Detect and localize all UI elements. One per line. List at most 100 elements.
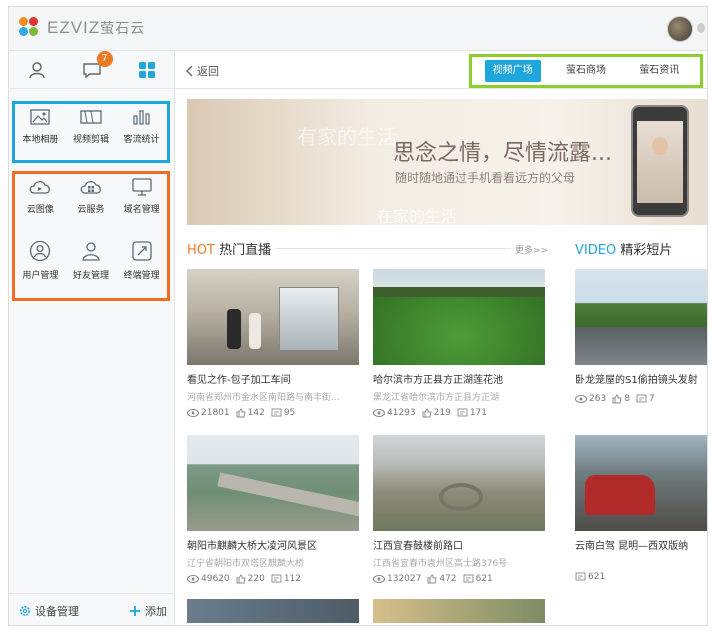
nav-tabs-highlight: 视频广场 萤石商场 萤石资讯: [469, 54, 703, 88]
comment-icon: [575, 572, 586, 581]
tab-apps[interactable]: [132, 57, 162, 83]
sidebar: 7 本地相册 视频剪辑 客流统计 云图像 云服务 域名管理 用户管理 好友管理 …: [9, 50, 175, 625]
comments-stat[interactable]: 7: [636, 394, 655, 404]
comments-stat[interactable]: 621: [463, 574, 493, 584]
gear-icon: [20, 605, 30, 616]
banner-title: 思念之情，尽情流露...: [393, 141, 612, 166]
plus-icon: [130, 605, 140, 616]
video-title[interactable]: 卧龙笼屋的S1偷拍镜头发射: [575, 371, 707, 386]
video-card[interactable]: 看见之作-包子加工车间 河南省郑州市金水区南阳路与南丰街... 21801 14…: [187, 269, 359, 418]
video-thumbnail[interactable]: [373, 435, 545, 531]
tab-store[interactable]: 萤石商场: [558, 60, 614, 82]
cloud-image-button[interactable]: 云图像: [15, 174, 66, 236]
comments-stat[interactable]: 171: [457, 408, 487, 418]
views-stat: 49620: [187, 574, 230, 584]
views-stat: 132027: [373, 574, 421, 584]
sidebar-tabs: 7: [9, 50, 174, 89]
bar-chart-icon: [133, 110, 150, 125]
device-manage-button[interactable]: 设备管理: [19, 603, 79, 619]
video-stats: 41293 219 171: [373, 408, 545, 418]
terminal-manage-button[interactable]: 终端管理: [116, 236, 167, 298]
friends-icon: [82, 242, 100, 261]
promo-banner[interactable]: 有家的生活 思念之情，尽情流露... 随时随地通过手机看看远方的父母 在家的生活: [187, 99, 707, 225]
add-device-label: 添加: [145, 604, 167, 618]
tab-messages[interactable]: 7: [77, 50, 113, 83]
traffic-stats-button[interactable]: 客流统计: [116, 104, 167, 160]
comments-count: 112: [283, 574, 302, 584]
video-card[interactable]: 哈尔滨市方正县方正湖莲花池 黑龙江省哈尔滨市方正县方正湖 41293 219 1…: [373, 269, 545, 418]
album-button[interactable]: 本地相册: [15, 104, 66, 160]
comments-stat[interactable]: 621: [575, 572, 605, 582]
video-card[interactable]: 云南白驾 昆明—西双版纳 621: [575, 435, 707, 582]
video-thumbnail[interactable]: [373, 599, 545, 623]
video-title[interactable]: 江西宜春鼓楼前路口: [373, 537, 545, 552]
back-button[interactable]: 返回: [185, 63, 219, 79]
video-thumbnail[interactable]: [187, 269, 359, 365]
video-card[interactable]: 江西宜春鼓楼前路口 江西省宜春市袁州区高士路376号 132027 472 62…: [373, 435, 545, 584]
cloud-service-label: 云服务: [77, 205, 105, 215]
grid-icon: [138, 61, 155, 78]
domain-manage-button[interactable]: 域名管理: [116, 174, 167, 236]
monitor-icon: [131, 178, 152, 196]
cloud-service-button[interactable]: 云服务: [66, 174, 117, 236]
thumbs-up-icon: [236, 574, 246, 584]
comments-stat[interactable]: 112: [271, 574, 301, 584]
title-bar: EZVIZ萤石云: [9, 7, 707, 51]
logo-text: EZVIZ萤石云: [47, 18, 145, 38]
app-logo: EZVIZ萤石云: [19, 17, 145, 39]
terminal-manage-label: 终端管理: [123, 271, 160, 281]
video-thumbnail[interactable]: [575, 435, 707, 531]
views-stat: 263: [575, 394, 606, 404]
likes-stat[interactable]: 220: [236, 574, 265, 584]
tab-contacts[interactable]: [22, 57, 52, 83]
logo-brand: EZVIZ: [47, 18, 101, 37]
thumbs-up-icon: [427, 574, 437, 584]
likes-stat[interactable]: 8: [612, 394, 630, 404]
video-edit-icon: [80, 110, 102, 124]
user-manage-button[interactable]: 用户管理: [15, 236, 66, 298]
likes-stat[interactable]: 219: [422, 408, 451, 418]
more-link[interactable]: 更多>>: [515, 243, 548, 256]
main-content: 返回 视频广场 萤石商场 萤石资讯 有家的生活 思念之情，尽情流露... 随时随…: [175, 51, 707, 625]
video-card[interactable]: 朝阳市麒麟大桥大凌河风景区 辽宁省朝阳市双塔区麒麟大桥 49620 220 11…: [187, 435, 359, 584]
likes-count: 219: [433, 408, 451, 418]
comment-icon: [271, 408, 282, 417]
message-badge: 7: [96, 50, 113, 67]
video-card[interactable]: [373, 599, 545, 623]
person-icon: [28, 61, 45, 78]
likes-count: 220: [247, 574, 265, 584]
views-stat: 41293: [373, 408, 416, 418]
banner-watermark: 有家的生活: [297, 125, 397, 149]
video-thumbnail[interactable]: [373, 269, 545, 365]
account-menu-icon[interactable]: [697, 23, 705, 33]
video-thumbnail[interactable]: [187, 435, 359, 531]
video-title[interactable]: 朝阳市麒麟大桥大凌河风景区: [187, 537, 359, 552]
likes-stat[interactable]: 142: [236, 408, 265, 418]
video-location: 江西省宜春市袁州区高士路376号: [373, 559, 508, 569]
eye-icon: [575, 395, 587, 403]
video-thumbnail[interactable]: [575, 269, 707, 365]
comment-icon: [636, 394, 647, 403]
video-title[interactable]: 看见之作-包子加工车间: [187, 371, 359, 386]
friend-manage-button[interactable]: 好友管理: [66, 236, 117, 298]
video-card[interactable]: [187, 599, 359, 623]
likes-stat[interactable]: 472: [427, 574, 457, 584]
banner-watermark-2: 在家的生活: [377, 207, 458, 225]
tab-news[interactable]: 萤石资讯: [631, 60, 687, 82]
cloud-grid-icon: [80, 181, 101, 194]
video-card[interactable]: 卧龙笼屋的S1偷拍镜头发射 263 8 7: [575, 269, 707, 404]
user-avatar[interactable]: [667, 16, 693, 42]
video-title[interactable]: 云南白驾 昆明—西双版纳: [575, 537, 707, 552]
app-window: EZVIZ萤石云 7 本地相册 视频剪辑 客流统计 云图像 云服务 域名管理 用…: [8, 6, 708, 626]
friend-manage-label: 好友管理: [72, 271, 109, 281]
chevron-left-icon: [186, 65, 193, 77]
add-device-button[interactable]: 添加: [129, 603, 167, 619]
comments-stat[interactable]: 95: [271, 408, 295, 418]
video-title[interactable]: 哈尔滨市方正县方正湖莲花池: [373, 371, 545, 386]
device-manage-label: 设备管理: [35, 604, 79, 618]
video-thumbnail[interactable]: [187, 599, 359, 623]
video-location: 河南省郑州市金水区南阳路与南丰街...: [187, 393, 340, 403]
tab-video-plaza[interactable]: 视频广场: [484, 60, 541, 82]
services-group-highlight: 云图像 云服务 域名管理 用户管理 好友管理 终端管理: [12, 171, 170, 301]
video-edit-button[interactable]: 视频剪辑: [66, 104, 117, 160]
